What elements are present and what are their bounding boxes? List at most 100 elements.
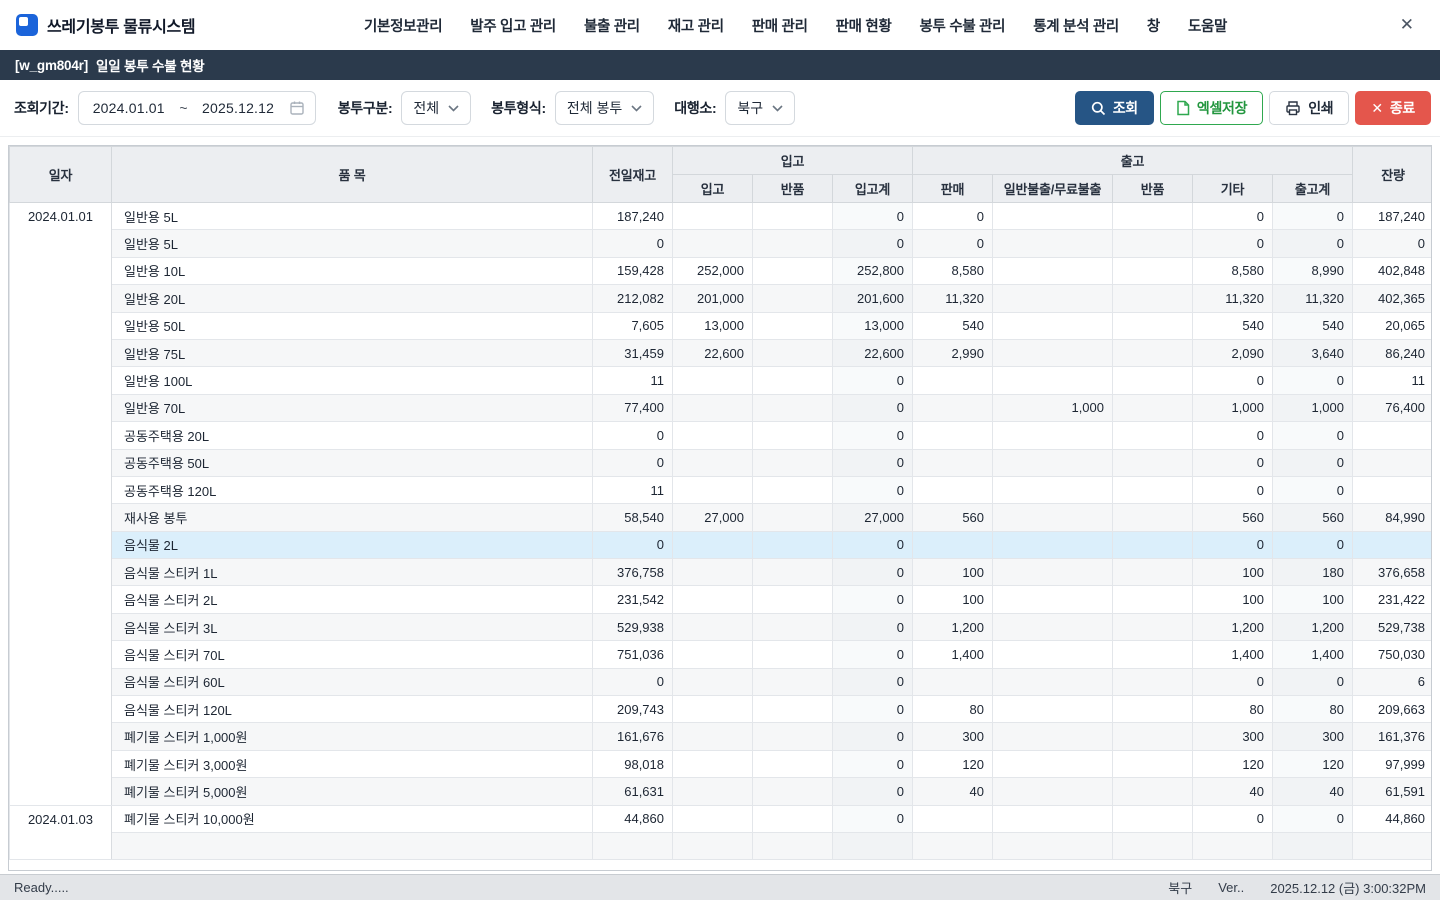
table-row[interactable]: 음식물 스티커 120L209,7430808080209,663	[10, 696, 1433, 723]
agency-select[interactable]: 북구	[725, 91, 795, 125]
table-row[interactable]: 음식물 스티커 2L231,5420100100100231,422	[10, 586, 1433, 613]
cell-rem: 44,860	[1353, 805, 1432, 832]
bag-type-select[interactable]: 전체	[401, 91, 471, 125]
cell-in	[673, 805, 753, 832]
menu-item-5[interactable]: 판매 관리	[752, 15, 808, 36]
cell-outtot: 0	[1273, 367, 1353, 394]
cell-sale: 0	[913, 203, 993, 230]
cell-outret	[1113, 696, 1193, 723]
menu-item-8[interactable]: 통계 분석 관리	[1033, 15, 1119, 36]
cell-etc: 120	[1193, 750, 1273, 777]
cell-prev: 0	[593, 449, 673, 476]
table-row[interactable]: 음식물 스티커 3L529,93801,2001,2001,200529,738	[10, 613, 1433, 640]
cell-rem: 750,030	[1353, 641, 1432, 668]
menu-item-4[interactable]: 재고 관리	[668, 15, 724, 36]
cell-inret	[753, 668, 833, 695]
cell-item: 일반용 100L	[112, 367, 593, 394]
cell-prev: 187,240	[593, 203, 673, 230]
cell-outtot: 560	[1273, 504, 1353, 531]
cell-sale	[913, 531, 993, 558]
cell-gen	[993, 312, 1113, 339]
cell-gen	[993, 203, 1113, 230]
menu-item-10[interactable]: 도움말	[1188, 15, 1227, 36]
table-row[interactable]: 일반용 100L1100011	[10, 367, 1433, 394]
excel-save-button[interactable]: 엑셀저장	[1160, 91, 1263, 125]
table-row[interactable]: 음식물 스티커 70L751,03601,4001,4001,400750,03…	[10, 641, 1433, 668]
menu-item-9[interactable]: 창	[1147, 15, 1160, 36]
cell-item: 음식물 스티커 120L	[112, 696, 593, 723]
menu-item-6[interactable]: 판매 현황	[836, 15, 892, 36]
cell-etc: 540	[1193, 312, 1273, 339]
cell-inret	[753, 778, 833, 805]
cell-intot: 0	[833, 641, 913, 668]
cell-outtot: 40	[1273, 778, 1353, 805]
cell-intot	[833, 832, 913, 859]
cell-inret	[753, 203, 833, 230]
window-close-icon[interactable]: ✕	[1396, 13, 1418, 37]
table-row[interactable]: 음식물 스티커 1L376,7580100100180376,658	[10, 559, 1433, 586]
table-row[interactable]: 폐기물 스티커 1,000원161,6760300300300161,376	[10, 723, 1433, 750]
table-row[interactable]: 음식물 2L0000	[10, 531, 1433, 558]
cell-outret	[1113, 778, 1193, 805]
date-to-value[interactable]: 2025.12.12	[192, 100, 284, 116]
cell-sale: 560	[913, 504, 993, 531]
menu-item-7[interactable]: 봉투 수불 관리	[920, 15, 1006, 36]
cell-rem	[1353, 832, 1432, 859]
cell-inret	[753, 586, 833, 613]
cell-etc: 0	[1193, 422, 1273, 449]
cell-gen	[993, 422, 1113, 449]
cell-gen	[993, 504, 1113, 531]
menu-item-2[interactable]: 발주 입고 관리	[470, 15, 556, 36]
date-range-input[interactable]: 2024.01.01 ~ 2025.12.12	[78, 91, 316, 125]
table-row[interactable]: 폐기물 스티커 5,000원61,631040404061,591	[10, 778, 1433, 805]
cell-item: 폐기물 스티커 1,000원	[112, 723, 593, 750]
cell-gen	[993, 805, 1113, 832]
bag-format-select[interactable]: 전체 봉투	[555, 91, 654, 125]
table-row[interactable]: 2024.01.01일반용 5L187,2400000187,240	[10, 203, 1433, 230]
table-row[interactable]: 일반용 50L7,60513,00013,00054054054020,065	[10, 312, 1433, 339]
cell-intot: 0	[833, 723, 913, 750]
cell-intot: 0	[833, 559, 913, 586]
cell-in	[673, 203, 753, 230]
cell-rem: 402,848	[1353, 257, 1432, 284]
table-row[interactable]: 2024.01.03폐기물 스티커 10,000원44,86000044,860	[10, 805, 1433, 832]
cell-rem: 84,990	[1353, 504, 1432, 531]
cell-gen	[993, 778, 1113, 805]
calendar-icon[interactable]	[289, 100, 305, 116]
table-row[interactable]: 음식물 스티커 60L00006	[10, 668, 1433, 695]
exit-button[interactable]: ✕ 종료	[1355, 91, 1431, 125]
cell-sale: 2,990	[913, 339, 993, 366]
cell-item: 일반용 10L	[112, 257, 593, 284]
table-row[interactable]: 일반용 5L000000	[10, 230, 1433, 257]
menu-item-3[interactable]: 불출 관리	[584, 15, 640, 36]
cell-etc: 0	[1193, 476, 1273, 503]
table-row[interactable]: 일반용 70L77,40001,0001,0001,00076,400	[10, 394, 1433, 421]
cell-in: 252,000	[673, 257, 753, 284]
table-row[interactable]: 공동주택용 50L0000	[10, 449, 1433, 476]
table-row[interactable]: 일반용 20L212,082201,000201,60011,32011,320…	[10, 285, 1433, 312]
header-in-total: 입고계	[833, 175, 913, 203]
cell-etc: 8,580	[1193, 257, 1273, 284]
cell-sale	[913, 832, 993, 859]
search-button[interactable]: 조회	[1075, 91, 1154, 125]
menu-item-1[interactable]: 기본정보관리	[364, 15, 442, 36]
cell-gen	[993, 832, 1113, 859]
cell-outtot: 540	[1273, 312, 1353, 339]
table-row[interactable]	[10, 832, 1433, 859]
table-row[interactable]: 공동주택용 20L0000	[10, 422, 1433, 449]
date-from-value[interactable]: 2024.01.01	[83, 100, 175, 116]
cell-outret	[1113, 422, 1193, 449]
inventory-table-container[interactable]: 일자 품 목 전일재고 입고 출고 잔량 입고 반품 입고계 판매 일반불출/무…	[8, 145, 1432, 871]
cell-prev: 0	[593, 422, 673, 449]
table-row[interactable]: 일반용 75L31,45922,60022,6002,9902,0903,640…	[10, 339, 1433, 366]
header-out-return: 반품	[1113, 175, 1193, 203]
print-button[interactable]: 인쇄	[1269, 91, 1349, 125]
table-row[interactable]: 폐기물 스티커 3,000원98,018012012012097,999	[10, 750, 1433, 777]
cell-prev: 61,631	[593, 778, 673, 805]
table-row[interactable]: 일반용 10L159,428252,000252,8008,5808,5808,…	[10, 257, 1433, 284]
table-row[interactable]: 재사용 봉투58,54027,00027,00056056056084,990	[10, 504, 1433, 531]
cell-outret	[1113, 559, 1193, 586]
cell-prev: 0	[593, 668, 673, 695]
table-row[interactable]: 공동주택용 120L11000	[10, 476, 1433, 503]
cell-gen	[993, 641, 1113, 668]
